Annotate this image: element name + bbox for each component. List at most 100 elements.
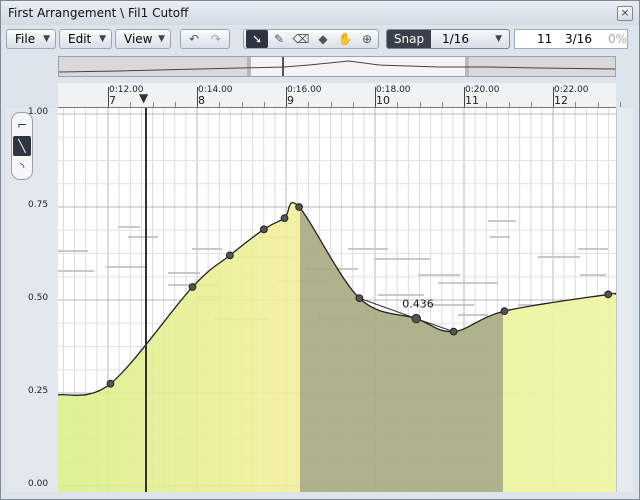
ruler-bar-number: 10 xyxy=(376,94,390,107)
automation-point[interactable] xyxy=(260,225,268,234)
ruler-subtick xyxy=(397,102,399,107)
background-note xyxy=(580,274,606,276)
background-note xyxy=(58,270,94,272)
overview-curve xyxy=(58,57,616,76)
chevron-down-icon[interactable]: ▼ xyxy=(495,30,502,48)
background-note xyxy=(430,304,474,306)
ruler-subtick xyxy=(352,102,354,107)
y-axis-tick-label: 0.50 xyxy=(28,293,49,303)
snap-toggle-button[interactable]: Snap xyxy=(387,30,431,48)
automation-point[interactable] xyxy=(188,283,197,291)
chevron-down-icon: ▼ xyxy=(158,34,165,44)
zoom-tool-icon[interactable]: ⊕ xyxy=(356,30,378,48)
undo-icon[interactable]: ↶ xyxy=(183,30,205,48)
automation-point[interactable] xyxy=(500,307,509,316)
ruler-subtick xyxy=(241,102,243,107)
ruler-subtick xyxy=(330,102,332,107)
paint-tool-icon[interactable]: ◆ xyxy=(312,30,334,48)
ruler-subtick xyxy=(508,102,510,107)
snap-value-select[interactable]: 1/16 xyxy=(442,30,469,48)
eraser-tool-icon[interactable]: ⌫ xyxy=(290,30,312,48)
title-bar: First Arrangement \ Fil1 Cutoff × xyxy=(1,1,639,25)
overview-strip[interactable] xyxy=(58,56,616,77)
ruler-subtick xyxy=(152,102,154,107)
ruler-subtick xyxy=(263,102,265,107)
automation-point[interactable] xyxy=(106,379,115,388)
background-note xyxy=(438,282,498,284)
position-beat: 3/16 xyxy=(565,32,592,46)
edit-tools-group: ➘ ✎ ⌫ ◆ ✋ ⊕ xyxy=(243,29,379,49)
background-note xyxy=(118,226,140,228)
automation-point[interactable] xyxy=(225,251,234,260)
close-button[interactable]: × xyxy=(617,6,633,21)
ruler-bar-number: 12 xyxy=(554,94,568,107)
ruler-subtick xyxy=(486,102,488,107)
automation-plot-area[interactable]: 0.436 xyxy=(58,108,616,492)
file-menu-label: File xyxy=(15,32,36,46)
background-note xyxy=(106,266,146,268)
position-percent: 0% xyxy=(608,32,628,46)
automation-chart[interactable]: 0.436 xyxy=(58,108,616,492)
snap-control: Snap 1/16 ▼ xyxy=(386,29,510,49)
position-bar: 11 xyxy=(537,32,553,46)
hand-tool-icon[interactable]: ✋ xyxy=(334,30,356,48)
chevron-down-icon: ▼ xyxy=(99,34,106,44)
curve-shape-tools: ⌐ ╲ ◝ xyxy=(11,112,33,180)
ruler-bar-number: 9 xyxy=(287,94,294,107)
ruler-subtick xyxy=(174,102,176,107)
position-display: 11 3/16 0% xyxy=(514,29,628,49)
ruler-subtick xyxy=(219,102,221,107)
background-note xyxy=(538,256,580,258)
background-note xyxy=(578,248,608,250)
background-note xyxy=(490,236,510,238)
background-note xyxy=(348,248,388,250)
ruler-subtick xyxy=(130,102,132,107)
background-note xyxy=(418,274,460,276)
automation-point[interactable] xyxy=(604,290,613,299)
background-note xyxy=(192,248,222,250)
draw-tool-icon[interactable]: ✎ xyxy=(268,30,290,48)
ruler-subtick xyxy=(419,102,421,107)
playhead-marker-icon[interactable]: ▼ xyxy=(139,91,148,105)
time-ruler[interactable]: 0:12.00 7 0:14.00 8 0:16.00 9 0:18.00 10 0:20.00… xyxy=(58,83,621,108)
ruler-subtick xyxy=(597,102,599,107)
edit-menu-button[interactable]: Edit ▼ xyxy=(59,29,112,49)
y-axis-tick-label: 0.75 xyxy=(28,200,49,210)
linear-shape-icon[interactable]: ╲ xyxy=(13,136,31,156)
edit-menu-label: Edit xyxy=(68,32,92,46)
redo-icon[interactable]: ↷ xyxy=(205,30,227,48)
file-menu-button[interactable]: File ▼ xyxy=(6,29,56,49)
ruler-bar-number: 7 xyxy=(109,94,116,107)
value-label: 0.436 xyxy=(402,298,434,311)
ruler-subtick xyxy=(308,102,310,107)
toolbar: File ▼ Edit ▼ View ▼ ↶ ↷ ➘ ✎ ⌫ ◆ ✋ ⊕ Snap 1/1… xyxy=(6,28,632,54)
automation-point[interactable] xyxy=(280,214,289,223)
arrow-tool-icon[interactable]: ➘ xyxy=(246,30,268,48)
ruler-subtick xyxy=(530,102,532,107)
background-note xyxy=(128,236,158,238)
y-axis-tick-label: 0.00 xyxy=(28,479,49,489)
automation-point[interactable] xyxy=(355,294,364,303)
curve-shape-icon[interactable]: ◝ xyxy=(13,157,31,177)
background-note xyxy=(458,314,488,316)
background-note xyxy=(374,258,430,260)
view-menu-button[interactable]: View ▼ xyxy=(115,29,171,49)
chevron-down-icon: ▼ xyxy=(43,34,50,44)
window-title: First Arrangement \ Fil1 Cutoff xyxy=(8,6,189,20)
value-axis-panel: ⌐ ╲ ◝ 1.00 0.75 0.50 0.25 0.00 xyxy=(6,107,58,492)
vertical-scrollbar[interactable] xyxy=(616,108,633,492)
background-note xyxy=(168,272,200,274)
ruler-bar-number: 11 xyxy=(465,94,479,107)
ruler-subtick xyxy=(619,102,621,107)
view-menu-label: View xyxy=(124,32,153,46)
ruler-subtick xyxy=(575,102,577,107)
background-note xyxy=(378,294,424,296)
step-shape-icon[interactable]: ⌐ xyxy=(13,115,31,135)
y-axis-tick-label: 1.00 xyxy=(28,107,49,117)
selected-automation-point[interactable] xyxy=(411,313,421,324)
background-note xyxy=(488,220,516,222)
automation-point[interactable] xyxy=(295,203,303,211)
y-axis-tick-label: 0.25 xyxy=(28,386,49,396)
undo-redo-group: ↶ ↷ xyxy=(180,29,230,49)
automation-point[interactable] xyxy=(449,327,458,336)
